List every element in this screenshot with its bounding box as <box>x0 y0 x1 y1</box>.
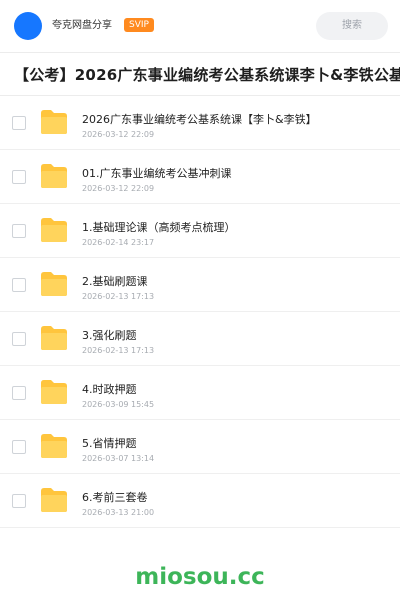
watermark: miosou.cc <box>135 564 265 590</box>
avatar[interactable] <box>14 12 42 40</box>
folder-icon <box>41 272 67 296</box>
item-name: 4.时政押题 <box>82 383 137 396</box>
checkbox[interactable] <box>12 332 26 346</box>
item-name: 1.基础理论课（高频考点梳理） <box>82 221 236 234</box>
search-input[interactable]: 搜索 <box>316 12 388 40</box>
folder-icon <box>41 218 67 242</box>
checkbox[interactable] <box>12 278 26 292</box>
item-name: 01.广东事业编统考公基冲刺课 <box>82 167 232 180</box>
checkbox[interactable] <box>12 224 26 238</box>
item-date: 2026-03-12 22:09 <box>82 184 155 193</box>
list-item[interactable]: 1.基础理论课（高频考点梳理） 2026-02-14 23:17 <box>0 204 400 258</box>
folder-icon <box>41 164 67 188</box>
item-name: 2026广东事业编统考公基系统课【李卜&李铁】 <box>82 113 317 126</box>
checkbox[interactable] <box>12 440 26 454</box>
list-item[interactable]: 5.省情押题 2026-03-07 13:14 <box>0 420 400 474</box>
list-item[interactable]: 3.强化刷题 2026-02-13 17:13 <box>0 312 400 366</box>
item-name: 2.基础刷题课 <box>82 275 148 288</box>
list-item[interactable]: 2.基础刷题课 2026-02-13 17:13 <box>0 258 400 312</box>
checkbox[interactable] <box>12 170 26 184</box>
list-item[interactable]: 01.广东事业编统考公基冲刺课 2026-03-12 22:09 <box>0 150 400 204</box>
checkbox[interactable] <box>12 386 26 400</box>
item-name: 6.考前三套卷 <box>82 491 148 504</box>
folder-icon <box>41 434 67 458</box>
item-date: 2026-03-12 22:09 <box>82 130 155 139</box>
folder-icon <box>41 110 67 134</box>
list-item[interactable]: 2026广东事业编统考公基系统课【李卜&李铁】 2026-03-12 22:09 <box>0 96 400 150</box>
item-date: 2026-02-13 17:13 <box>82 292 155 301</box>
file-list: 2026广东事业编统考公基系统课【李卜&李铁】 2026-03-12 22:09… <box>0 96 400 528</box>
checkbox[interactable] <box>12 494 26 508</box>
header: 夸克网盘分享 SVIP 搜索 <box>0 0 400 52</box>
folder-icon <box>41 488 67 512</box>
item-date: 2026-03-09 15:45 <box>82 400 155 409</box>
folder-icon <box>41 380 67 404</box>
share-title: 【公考】2026广东事业编统考公基系统课李卜&李铁公基时政 <box>14 66 400 84</box>
item-name: 3.强化刷题 <box>82 329 137 342</box>
item-date: 2026-02-13 17:13 <box>82 346 155 355</box>
item-date: 2026-03-07 13:14 <box>82 454 155 463</box>
folder-icon <box>41 326 67 350</box>
list-item[interactable]: 6.考前三套卷 2026-03-13 21:00 <box>0 474 400 528</box>
item-date: 2026-03-13 21:00 <box>82 508 155 517</box>
checkbox[interactable] <box>12 116 26 130</box>
list-item[interactable]: 4.时政押题 2026-03-09 15:45 <box>0 366 400 420</box>
svip-badge: SVIP <box>124 18 154 32</box>
item-date: 2026-02-14 23:17 <box>82 238 155 247</box>
item-name: 5.省情押题 <box>82 437 137 450</box>
username: 夸克网盘分享 <box>52 20 112 31</box>
title-bar: 【公考】2026广东事业编统考公基系统课李卜&李铁公基时政 <box>0 52 400 96</box>
